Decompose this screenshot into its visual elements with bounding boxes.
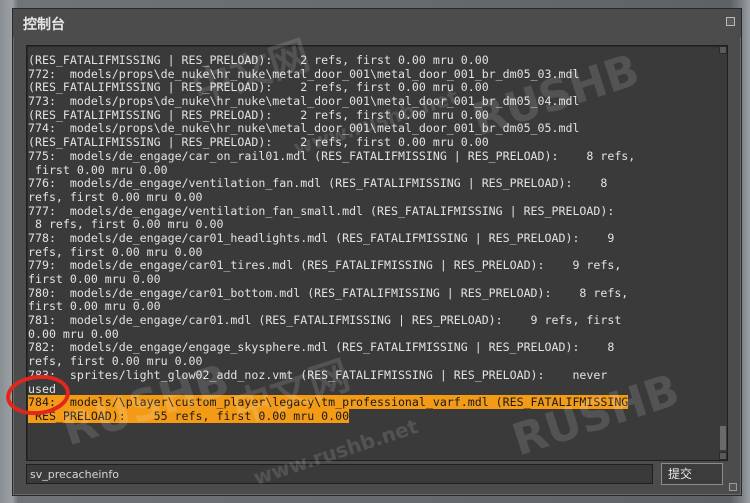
console-line: 772: models/props\de_nuke\hr_nuke\metal_…	[28, 66, 580, 81]
console-line: first 0.00 mru 0.00	[28, 162, 168, 177]
console-line: 783: sprites/light_glow02_add_noz.vmt (R…	[28, 367, 608, 382]
console-line: (RES_FATALIFMISSING | RES_PRELOAD): 2 re…	[28, 107, 489, 122]
console-line: 782: models/de_engage/engage_skysphere.m…	[28, 340, 615, 355]
console-line: 777: models/de_engage/ventilation_fan_sm…	[28, 203, 615, 218]
console-line: refs, first 0.00 mru 0.00	[28, 189, 203, 204]
console-line: (RES_FATALIFMISSING | RES_PRELOAD): 2 re…	[28, 80, 489, 95]
console-scrollbar[interactable]	[719, 46, 727, 460]
console-line: 780: models/de_engage/car01_bottom.mdl (…	[28, 285, 629, 300]
scroll-down-arrow-icon[interactable]	[719, 452, 727, 460]
console-line: 775: models/de_engage/car_on_rail01.mdl …	[28, 148, 636, 163]
console-line: 778: models/de_engage/car01_headlights.m…	[28, 230, 615, 245]
highlighted-text: RES_PRELOAD): 55 refs, first 0.00 mru 0.…	[28, 408, 350, 423]
console-line: 774: models/props\de_nuke\hr_nuke\metal_…	[28, 121, 580, 136]
console-line: 8 refs, first 0.00 mru 0.00	[28, 217, 224, 232]
console-line: 776: models/de_engage/ventilation_fan.md…	[28, 176, 608, 191]
title-bar[interactable]: 控制台	[13, 9, 741, 37]
console-line: (RES_FATALIFMISSING | RES_PRELOAD): 2 re…	[28, 135, 489, 150]
scroll-up-arrow-icon[interactable]	[719, 46, 727, 54]
console-lines: (RES_FATALIFMISSING | RES_PRELOAD): 2 re…	[28, 53, 718, 424]
close-icon[interactable]	[726, 17, 735, 26]
console-line: 781: models/de_engage/car01.mdl (RES_FAT…	[28, 313, 622, 328]
console-line: refs, first 0.00 mru 0.00	[28, 244, 203, 259]
console-line: 779: models/de_engage/car01_tires.mdl (R…	[28, 258, 622, 273]
console-output[interactable]: (RES_FATALIFMISSING | RES_PRELOAD): 2 re…	[26, 45, 728, 461]
console-window: 控制台 (RES_FATALIFMISSING | RES_PRELOAD): …	[12, 8, 742, 496]
console-line: refs, first 0.00 mru 0.00	[28, 354, 203, 369]
console-line: first 0.00 mru 0.00	[28, 272, 161, 286]
console-line: (RES_FATALIFMISSING | RES_PRELOAD): 2 re…	[28, 53, 489, 67]
scroll-thumb[interactable]	[720, 426, 726, 450]
resize-grip-icon[interactable]	[729, 483, 737, 491]
console-line-highlighted: 784: models/\player\custom_player\legacy…	[28, 395, 718, 410]
console-line: 0.00 mru 0.00	[28, 326, 119, 341]
command-input[interactable]: sv_precacheinfo	[26, 464, 653, 484]
highlighted-text: 784: models/\player\custom_player\legacy…	[28, 395, 629, 410]
console-line: used	[28, 381, 56, 396]
console-line: 773: models/props\de_nuke\hr_nuke\metal_…	[28, 94, 580, 109]
submit-button[interactable]: 提交	[661, 463, 723, 485]
console-line: first 0.00 mru 0.00	[28, 299, 161, 314]
window-title: 控制台	[23, 17, 65, 33]
console-line-highlighted: RES_PRELOAD): 55 refs, first 0.00 mru 0.…	[28, 408, 718, 424]
